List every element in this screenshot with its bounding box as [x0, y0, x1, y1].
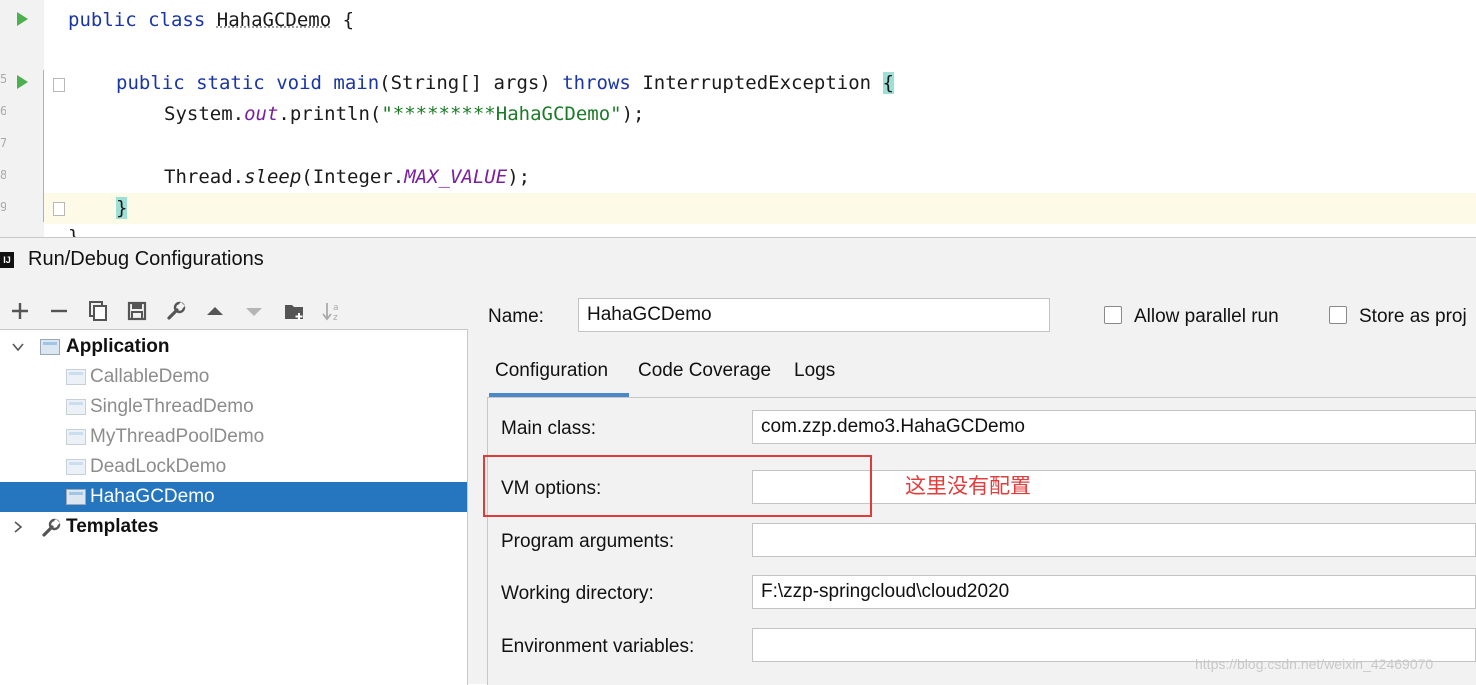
environment-variables-label: Environment variables: — [501, 636, 695, 657]
main-class-input[interactable]: com.zzp.demo3.HahaGCDemo — [752, 410, 1476, 444]
program-arguments-label: Program arguments: — [501, 531, 675, 552]
run-class-icon[interactable] — [17, 12, 28, 26]
save-icon[interactable] — [124, 298, 150, 324]
line-number: 9 — [0, 200, 6, 214]
move-up-icon[interactable] — [202, 298, 228, 324]
tab-logs[interactable]: Logs — [794, 360, 835, 382]
chevron-down-icon[interactable] — [12, 341, 24, 353]
intellij-icon: IJ — [0, 252, 14, 268]
tree-item[interactable]: CallableDemo — [0, 362, 467, 392]
svg-text:z: z — [333, 313, 338, 322]
line-number: 6 — [0, 104, 6, 118]
chevron-right-icon[interactable] — [12, 521, 24, 533]
tab-configuration[interactable]: Configuration — [495, 360, 608, 382]
tree-item-label: HahaGCDemo — [90, 486, 215, 507]
tree-item-label: DeadLockDemo — [90, 456, 227, 477]
copy-icon[interactable] — [85, 298, 111, 324]
code-line-main: public static void main(String[] args) t… — [116, 72, 894, 94]
tab-code-coverage[interactable]: Code Coverage — [638, 360, 771, 382]
tree-group-application[interactable]: Application — [0, 332, 467, 362]
name-label: Name: — [488, 306, 544, 327]
tree-label-application: Application — [66, 336, 170, 357]
line-number: 7 — [0, 136, 6, 150]
tree-group-templates[interactable]: Templates — [0, 512, 467, 542]
working-directory-label: Working directory: — [501, 583, 654, 604]
code-line-close-main: } — [116, 197, 128, 219]
annotation-text: 这里没有配置 — [905, 475, 1031, 498]
tree-item-selected[interactable]: HahaGCDemo — [0, 482, 467, 512]
application-icon — [66, 429, 86, 445]
run-debug-dialog: IJ Run/Debug Configurations az Applicati… — [0, 237, 1476, 685]
application-icon — [40, 339, 60, 355]
tree-item-label: CallableDemo — [90, 366, 210, 387]
program-arguments-input[interactable] — [752, 523, 1476, 557]
code-line-println: System.out.println("*********HahaGCDemo"… — [164, 103, 645, 125]
wrench-icon — [42, 518, 61, 537]
svg-text:a: a — [333, 303, 339, 313]
name-input[interactable]: HahaGCDemo — [578, 298, 1050, 332]
application-icon — [66, 489, 86, 505]
allow-parallel-label: Allow parallel run — [1134, 306, 1279, 327]
remove-icon[interactable] — [46, 298, 72, 324]
application-icon — [66, 399, 86, 415]
application-icon — [66, 459, 86, 475]
code-line-sleep: Thread.sleep(Integer.MAX_VALUE); — [164, 166, 531, 188]
tree-item[interactable]: SingleThreadDemo — [0, 392, 467, 422]
add-icon[interactable] — [7, 298, 33, 324]
tree-label-templates: Templates — [66, 516, 159, 537]
main-class-label: Main class: — [501, 418, 597, 439]
code-editor[interactable]: 5 6 7 8 9 public class HahaGCDemo { publ… — [0, 0, 1476, 238]
sort-icon[interactable]: az — [319, 298, 345, 324]
folder-icon[interactable] — [281, 298, 307, 324]
configuration-tree[interactable]: Application CallableDemo SingleThreadDem… — [0, 329, 468, 685]
fold-icon[interactable] — [53, 202, 65, 216]
current-line-highlight — [44, 193, 1476, 224]
run-main-icon[interactable] — [17, 75, 28, 89]
fold-icon[interactable] — [53, 78, 65, 92]
tree-item[interactable]: MyThreadPoolDemo — [0, 422, 467, 452]
allow-parallel-checkbox[interactable] — [1104, 306, 1122, 324]
store-as-checkbox[interactable] — [1329, 306, 1347, 324]
store-as-label: Store as proj — [1359, 306, 1467, 327]
move-down-icon[interactable] — [241, 298, 267, 324]
working-directory-input[interactable]: F:\zzp-springcloud\cloud2020 — [752, 575, 1476, 609]
line-number: 8 — [0, 168, 6, 182]
tree-item-label: MyThreadPoolDemo — [90, 426, 265, 447]
tree-item[interactable]: DeadLockDemo — [0, 452, 467, 482]
annotation-highlight-box — [483, 455, 872, 517]
wrench-icon[interactable] — [163, 298, 189, 324]
dialog-title: Run/Debug Configurations — [28, 248, 264, 270]
code-line-close-class: } — [68, 226, 80, 238]
application-icon — [66, 369, 86, 385]
tree-item-label: SingleThreadDemo — [90, 396, 254, 417]
editor-gutter: 5 6 7 8 9 — [0, 0, 44, 238]
code-line-class: public class HahaGCDemo { — [68, 9, 355, 31]
watermark: https://blog.csdn.net/weixin_42469070 — [1195, 656, 1434, 672]
line-number: 5 — [0, 72, 6, 86]
